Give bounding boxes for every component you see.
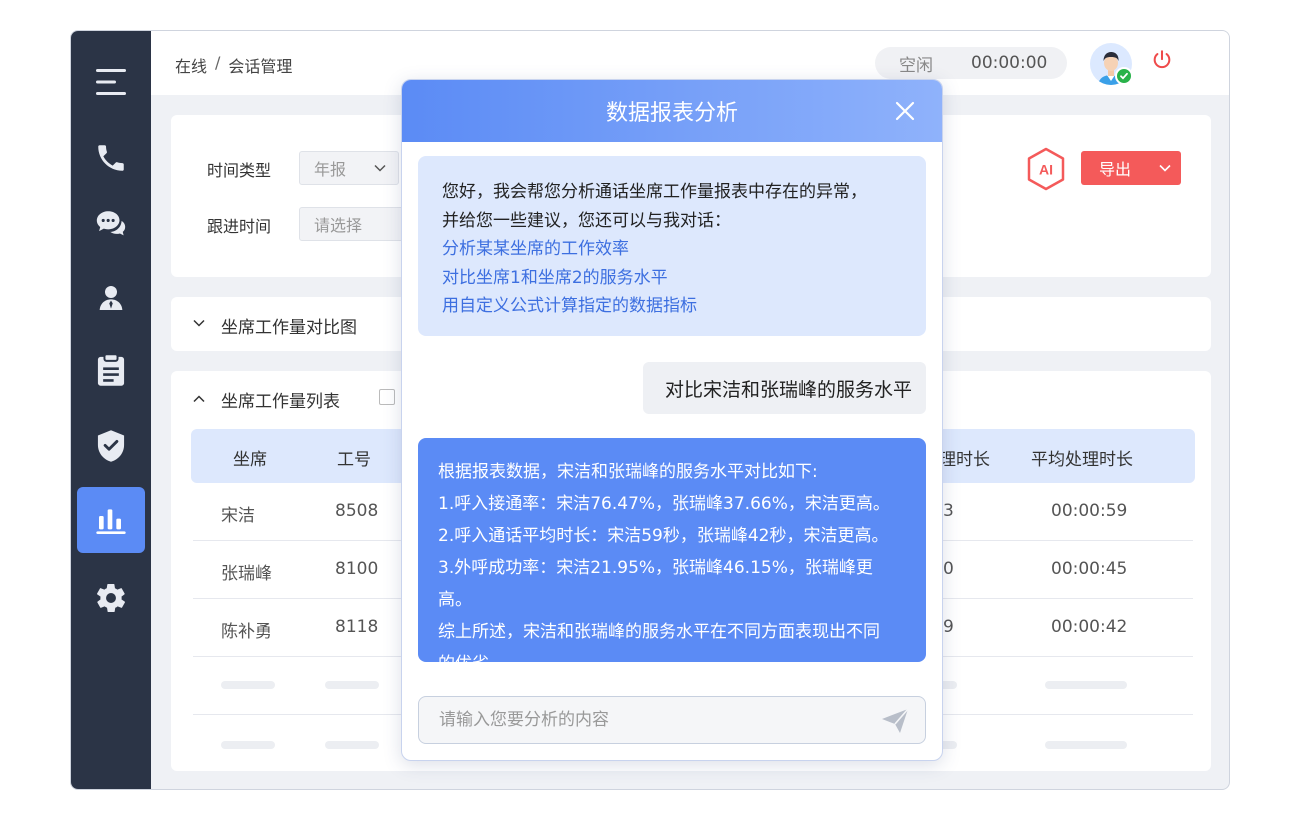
status-timer: 00:00:00: [971, 53, 1048, 73]
reply-line: 的优劣。: [438, 654, 506, 674]
menu-icon[interactable]: [77, 49, 145, 115]
chat-icon: [96, 211, 126, 236]
agent-status: 空闲: [899, 55, 933, 76]
sidebar-item-statistics[interactable]: [77, 487, 145, 553]
chevron-down-icon[interactable]: [193, 319, 205, 327]
cell-handle-time: 9: [943, 617, 954, 637]
followup-time-placeholder: 请选择: [314, 216, 363, 235]
skeleton-bar: [221, 741, 275, 749]
user-icon: [99, 286, 123, 310]
breadcrumb-item-session: 会话管理: [228, 57, 293, 76]
time-type-value: 年报: [314, 160, 347, 179]
chevron-down-icon: [1159, 164, 1171, 172]
breadcrumb: 在线 / 会话管理: [175, 53, 292, 77]
sidebar-item-user[interactable]: [77, 265, 145, 331]
bar-chart-icon: [96, 509, 126, 534]
user-message-text: 对比宋洁和张瑞峰的服务水平: [664, 378, 912, 401]
assistant-reply-bubble: 根据报表数据，宋洁和张瑞峰的服务水平对比如下: 1.呼入接通率：宋洁76.47%…: [418, 438, 926, 674]
ai-badge-label: AI: [1039, 162, 1053, 178]
chat-input[interactable]: [439, 710, 859, 730]
close-icon[interactable]: [894, 100, 916, 122]
followup-time-picker[interactable]: 请选择: [299, 207, 409, 241]
sidebar-item-clipboard[interactable]: [77, 337, 145, 403]
reply-line: 综上所述，宋洁和张瑞峰的服务水平在不同方面表现出不同: [438, 622, 880, 642]
data-analysis-dialog: 数据报表分析 您好，我会帮您分析通话坐席工作量报表中存在的异常， 并给您一些建议…: [401, 79, 943, 761]
reply-line: 3.外呼成功率：宋洁21.95%，张瑞峰46.15%，张瑞峰更高。: [438, 558, 873, 610]
greeting-line: 您好，我会帮您分析通话坐席工作量报表中存在的异常，: [442, 182, 867, 202]
chevron-down-icon: [374, 164, 386, 172]
sidebar-item-settings[interactable]: [77, 565, 145, 631]
cell-avg-handle-time: 00:00:59: [1051, 501, 1128, 521]
clipboard-icon: [97, 353, 125, 386]
dialog-title: 数据报表分析: [605, 101, 738, 126]
cell-avg-handle-time: 00:00:42: [1051, 617, 1128, 637]
sidebar-item-shield[interactable]: [77, 413, 145, 479]
sidebar: [71, 31, 151, 789]
list-section-title[interactable]: 坐席工作量列表: [221, 387, 340, 412]
followup-time-label: 跟进时间: [207, 217, 272, 236]
power-icon[interactable]: [1151, 49, 1173, 75]
column-header-id[interactable]: 工号: [337, 445, 371, 470]
reply-line: 2.呼入通话平均时长：宋洁59秒，张瑞峰42秒，宋洁更高。: [438, 526, 889, 546]
greeting-line: 并给您一些建议，您还可以与我对话：: [442, 210, 731, 231]
cell-handle-time: 3: [943, 501, 954, 521]
skeleton-bar: [221, 681, 275, 689]
cell-id: 8508: [335, 501, 379, 521]
skeleton-bar: [1045, 741, 1127, 749]
time-type-label: 时间类型: [207, 161, 272, 180]
column-header-handle-time[interactable]: 理时长: [939, 445, 990, 470]
suggestion-link[interactable]: 对比坐席1和坐席2的服务水平: [442, 264, 902, 293]
suggestion-link[interactable]: 用自定义公式计算指定的数据指标: [442, 292, 902, 321]
column-header-agent[interactable]: 坐席: [233, 445, 267, 470]
sidebar-item-chat[interactable]: [77, 191, 145, 257]
column-header-avg-handle-time[interactable]: 平均处理时长: [1031, 445, 1133, 470]
reply-line: 根据报表数据，宋洁和张瑞峰的服务水平对比如下:: [438, 462, 818, 482]
cell-agent: 张瑞峰: [221, 564, 272, 584]
cell-avg-handle-time: 00:00:45: [1051, 559, 1128, 579]
chevron-up-icon[interactable]: [193, 395, 205, 403]
breadcrumb-item-online[interactable]: 在线: [175, 53, 207, 77]
skeleton-bar: [325, 681, 379, 689]
online-status-icon: [1115, 67, 1133, 85]
breadcrumb-separator: /: [215, 53, 221, 72]
suggestion-link[interactable]: 分析某某坐席的工作效率: [442, 235, 902, 264]
skeleton-bar: [325, 741, 379, 749]
phone-icon: [98, 145, 124, 171]
select-all-checkbox[interactable]: [379, 389, 395, 405]
skeleton-bar: [1045, 681, 1127, 689]
reply-line: 1.呼入接通率：宋洁76.47%，张瑞峰37.66%，宋洁更高。: [438, 494, 890, 514]
dialog-header: 数据报表分析: [402, 80, 942, 142]
export-label: 导出: [1099, 160, 1132, 179]
assistant-greeting-bubble: 您好，我会帮您分析通话坐席工作量报表中存在的异常， 并给您一些建议，您还可以与我…: [418, 156, 926, 336]
cell-id: 8100: [335, 559, 379, 579]
sidebar-item-phone[interactable]: [77, 125, 145, 191]
cell-agent: 宋洁: [221, 506, 255, 526]
agent-status-pill[interactable]: 空闲 00:00:00: [875, 47, 1067, 79]
cell-handle-time: 0: [943, 559, 954, 579]
export-button[interactable]: 导出: [1081, 151, 1181, 185]
send-icon[interactable]: [881, 708, 909, 734]
chart-section-title[interactable]: 坐席工作量对比图: [221, 313, 357, 338]
ai-analysis-button[interactable]: AI: [1026, 147, 1066, 195]
shield-icon: [97, 430, 125, 462]
cell-id: 8118: [335, 617, 379, 637]
chat-input-box: [418, 696, 926, 744]
user-message-bubble: 对比宋洁和张瑞峰的服务水平: [642, 362, 926, 414]
time-type-select[interactable]: 年报: [299, 151, 399, 185]
cell-agent: 陈补勇: [221, 622, 272, 642]
gear-icon: [97, 583, 125, 613]
